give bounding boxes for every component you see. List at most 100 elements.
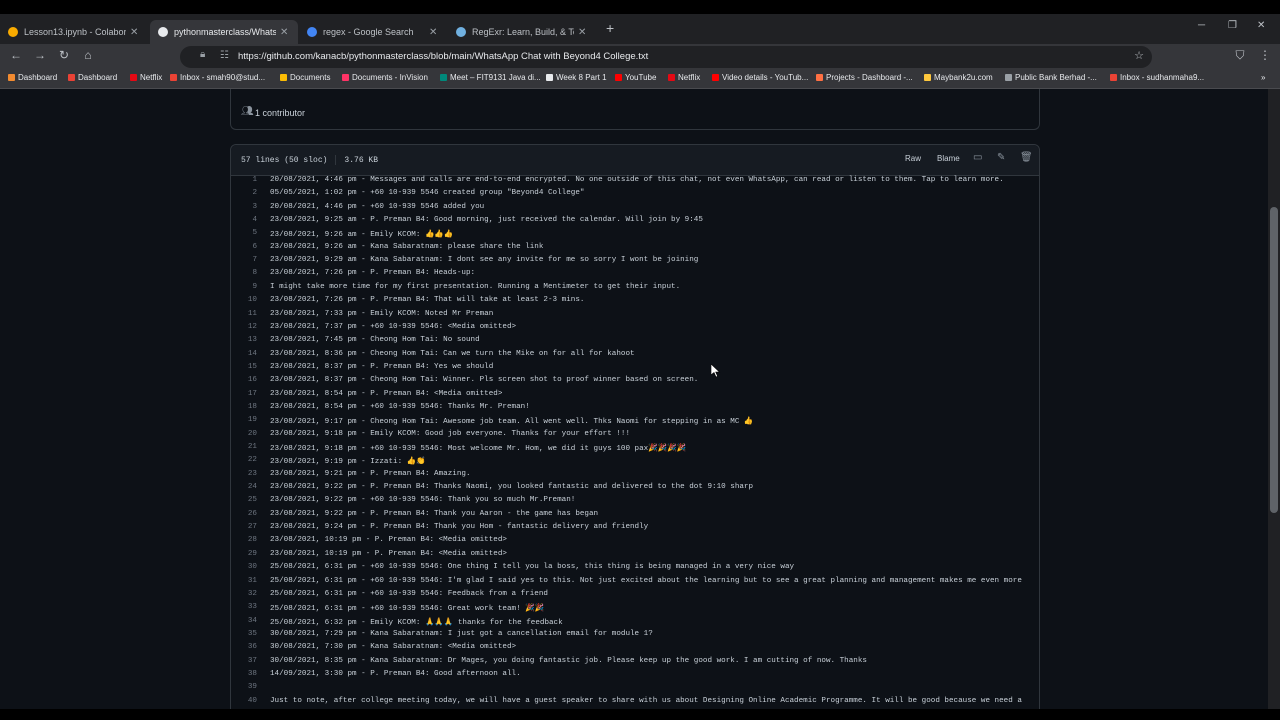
line-text: 23/08/2021, 9:26 am - Kana Sabaratnam: p… — [270, 242, 544, 251]
tab-colab[interactable]: Lesson13.ipynb - Colaboratory ✕ — [0, 20, 148, 44]
line-number[interactable]: 35 — [231, 630, 257, 638]
address-toolbar: ← → ↻ ⌂ 🔒︎ ☷ https://github.com/kanacb/p… — [0, 44, 1280, 70]
extension-icon[interactable]: ⛉ — [1232, 48, 1248, 63]
bookmark-item[interactable]: Documents — [280, 73, 330, 82]
blame-button[interactable]: Blame — [937, 154, 960, 163]
address-bar[interactable]: 🔒︎ ☷ https://github.com/kanacb/pythonmas… — [180, 46, 1152, 68]
line-number[interactable]: 29 — [231, 550, 257, 558]
bookmark-item[interactable]: Projects - Dashboard -... — [816, 73, 913, 82]
line-text: 23/08/2021, 9:24 pm - P. Preman B4: Than… — [270, 523, 649, 532]
line-number[interactable]: 10 — [231, 296, 257, 304]
raw-button[interactable]: Raw — [905, 154, 921, 163]
line-number[interactable]: 2 — [231, 189, 257, 197]
home-icon[interactable]: ⌂ — [80, 48, 96, 62]
line-number[interactable]: 30 — [231, 563, 257, 571]
bookmarks-overflow-icon[interactable]: » — [1261, 73, 1265, 82]
line-number[interactable]: 1 — [231, 176, 257, 184]
line-number[interactable]: 7 — [231, 256, 257, 264]
line-number[interactable]: 6 — [231, 243, 257, 251]
line-number[interactable]: 33 — [231, 603, 257, 611]
bookmark-item[interactable]: Inbox - sudhanmaha9... — [1110, 73, 1204, 82]
restore-icon[interactable]: ❐ — [1228, 20, 1237, 31]
line-number[interactable]: 32 — [231, 590, 257, 598]
close-icon[interactable]: ✕ — [130, 27, 138, 38]
bookmark-item[interactable]: Public Bank Berhad -... — [1005, 73, 1097, 82]
tab-regexr[interactable]: RegExr: Learn, Build, & Test Reg ✕ — [448, 20, 596, 44]
page-scrollbar[interactable] — [1268, 89, 1280, 709]
desktop-icon[interactable]: ▭ — [973, 152, 982, 163]
forward-icon[interactable]: → — [32, 48, 48, 62]
line-number[interactable]: 19 — [231, 416, 257, 424]
line-number[interactable]: 8 — [231, 269, 257, 277]
line-number[interactable]: 17 — [231, 390, 257, 398]
line-number[interactable]: 13 — [231, 336, 257, 344]
code-line: 27 23/08/2021, 9:24 pm - P. Preman B4: Th… — [231, 523, 1039, 536]
bookmark-item[interactable]: Video details - YouTub... — [712, 73, 808, 82]
tab-label: regex - Google Search — [323, 27, 414, 37]
bookmarks-bar: Dashboard Dashboard Netflix Inbox - smah90@… — [0, 70, 1280, 89]
line-number[interactable]: 40 — [231, 697, 257, 705]
bookmark-item[interactable]: YouTube — [615, 73, 656, 82]
line-text: 23/08/2021, 7:33 pm - Emily KCOM: Noted … — [270, 309, 494, 318]
line-number[interactable]: 34 — [231, 617, 257, 625]
contributors-count[interactable]: 1 contributor — [255, 108, 305, 118]
line-number[interactable]: 23 — [231, 470, 257, 478]
line-number[interactable]: 9 — [231, 283, 257, 291]
lock-icon[interactable]: 🔒︎ — [200, 49, 205, 60]
bookmark-favicon-icon — [712, 74, 719, 81]
close-icon[interactable]: ✕ — [578, 27, 586, 38]
tab-github[interactable]: pythonmasterclass/WhatsApp ✕ — [150, 20, 298, 44]
line-number[interactable]: 36 — [231, 643, 257, 651]
line-number[interactable]: 28 — [231, 536, 257, 544]
line-number[interactable]: 39 — [231, 683, 257, 691]
line-number[interactable]: 31 — [231, 577, 257, 585]
scrollbar-thumb[interactable] — [1270, 207, 1278, 513]
bookmark-label: Video details - YouTub... — [722, 73, 809, 82]
line-number[interactable]: 4 — [231, 216, 257, 224]
line-number[interactable]: 25 — [231, 496, 257, 504]
trash-icon[interactable]: 🗑︎ — [1020, 152, 1033, 163]
menu-icon[interactable]: ⋮ — [1257, 48, 1273, 62]
line-number[interactable]: 18 — [231, 403, 257, 411]
minimize-icon[interactable]: ─ — [1198, 20, 1205, 31]
pencil-icon[interactable]: ✎ — [997, 152, 1005, 163]
line-number[interactable]: 27 — [231, 523, 257, 531]
bookmark-item[interactable]: Dashboard — [68, 73, 117, 82]
line-number[interactable]: 3 — [231, 203, 257, 211]
bookmark-item[interactable]: Documents - InVision — [342, 73, 428, 82]
close-window-icon[interactable]: ✕ — [1257, 20, 1265, 31]
new-tab-button[interactable]: + — [606, 20, 614, 36]
close-icon[interactable]: ✕ — [429, 27, 437, 38]
back-icon[interactable]: ← — [8, 48, 24, 62]
tab-google-search[interactable]: regex - Google Search ✕ — [299, 20, 447, 44]
line-number[interactable]: 15 — [231, 363, 257, 371]
line-number[interactable]: 26 — [231, 510, 257, 518]
line-number[interactable]: 22 — [231, 456, 257, 464]
line-number[interactable]: 37 — [231, 657, 257, 665]
line-number[interactable]: 38 — [231, 670, 257, 678]
bookmark-item[interactable]: Maybank2u.com — [924, 73, 993, 82]
code-line: 4 23/08/2021, 9:25 am - P. Preman B4: Goo… — [231, 216, 1039, 229]
line-number[interactable]: 14 — [231, 350, 257, 358]
url-text[interactable]: https://github.com/kanacb/pythonmastercl… — [238, 51, 648, 62]
bookmark-item[interactable]: Dashboard — [8, 73, 57, 82]
line-number[interactable]: 16 — [231, 376, 257, 384]
line-number[interactable]: 24 — [231, 483, 257, 491]
code-line: 23 23/08/2021, 9:21 pm - P. Preman B4: Am… — [231, 470, 1039, 483]
bookmark-item[interactable]: Week 8 Part 1 — [546, 73, 607, 82]
close-icon[interactable]: ✕ — [280, 27, 288, 38]
line-number[interactable]: 5 — [231, 229, 257, 237]
bookmark-item[interactable]: Inbox - smah90@stud... — [170, 73, 265, 82]
line-text: 30/08/2021, 8:35 pm - Kana Sabaratnam: D… — [270, 656, 867, 665]
reload-icon[interactable]: ↻ — [56, 48, 72, 62]
bookmark-label: Inbox - smah90@stud... — [180, 73, 266, 82]
line-number[interactable]: 12 — [231, 323, 257, 331]
site-settings-icon[interactable]: ☷ — [220, 50, 229, 61]
bookmark-item[interactable]: Netflix — [130, 73, 162, 82]
line-number[interactable]: 11 — [231, 310, 257, 318]
line-number[interactable]: 20 — [231, 430, 257, 438]
bookmark-star-icon[interactable]: ☆ — [1134, 49, 1144, 62]
bookmark-item[interactable]: Meet – FIT9131 Java di... — [440, 73, 541, 82]
line-number[interactable]: 21 — [231, 443, 257, 451]
bookmark-item[interactable]: Netflix — [668, 73, 700, 82]
